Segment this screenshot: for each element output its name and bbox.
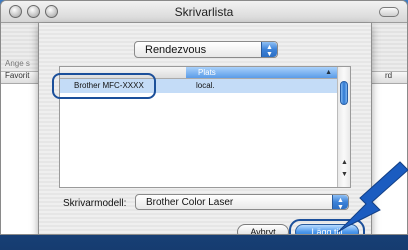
add-button[interactable]: Lägg till bbox=[295, 224, 359, 234]
printer-model-label: Skrivarmodell: bbox=[63, 198, 127, 209]
sort-ascending-icon: ▲ bbox=[325, 69, 332, 76]
connection-type-popup[interactable]: Rendezvous ▲ ▼ bbox=[134, 41, 278, 58]
column-header-location[interactable]: Plats ▲ bbox=[186, 67, 338, 78]
background-column-right: rd bbox=[385, 71, 393, 80]
toolbar-toggle-button[interactable] bbox=[379, 7, 399, 17]
background-column-favorit: Favorit bbox=[5, 71, 30, 80]
title-bar: Skrivarlista bbox=[1, 1, 407, 23]
cancel-button[interactable]: Avbryt bbox=[237, 224, 289, 234]
window-title: Skrivarlista bbox=[174, 5, 234, 19]
popup-arrows-icon: ▲ ▼ bbox=[332, 195, 348, 211]
column-header-location-label: Plats bbox=[198, 68, 216, 77]
popup-arrows-icon: ▲ ▼ bbox=[261, 42, 277, 58]
printer-list-scrollbar[interactable]: ▲ ▼ bbox=[337, 67, 350, 187]
background-label: Ange s bbox=[5, 59, 30, 68]
add-printer-sheet: Rendezvous ▲ ▼ Plats ▲ Brother MFC-XXXX l… bbox=[38, 23, 372, 234]
printer-location: local. bbox=[196, 81, 215, 90]
connection-type-value: Rendezvous bbox=[145, 44, 207, 56]
printer-model-popup[interactable]: Brother Color Laser ▲ ▼ bbox=[135, 194, 349, 211]
printer-list-window: Skrivarlista Ange s Favorit rd Rendezvou… bbox=[0, 0, 408, 235]
scroll-down-arrow-icon[interactable]: ▼ bbox=[341, 171, 348, 178]
scrollbar-thumb[interactable] bbox=[340, 81, 348, 105]
scroll-up-arrow-icon[interactable]: ▲ bbox=[341, 159, 348, 166]
printer-row-highlight bbox=[52, 73, 156, 99]
printer-model-value: Brother Color Laser bbox=[146, 197, 234, 208]
